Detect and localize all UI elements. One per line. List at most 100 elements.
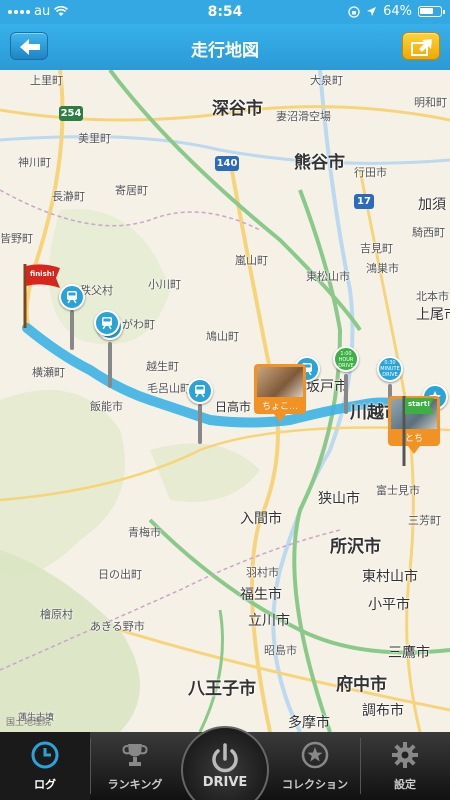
battery-percent: 64% (383, 4, 412, 19)
place-label: 三鷹市 (388, 645, 430, 661)
tab-drive[interactable]: DRIVE (180, 726, 270, 800)
route-map[interactable]: 254 140 17 上里町 美里町 神川町 長瀞町 寄居町 皆野町 秩父村 小… (0, 70, 450, 732)
place-label: 神川町 (18, 156, 51, 169)
place-label: 所沢市 (330, 537, 381, 557)
place-label: 狭山市 (318, 491, 360, 507)
place-label: 上里町 (30, 74, 63, 87)
train-icon (102, 317, 112, 330)
status-bar: au 8:54 64% (0, 0, 450, 24)
pin-stem (70, 310, 74, 350)
train-icon (195, 385, 205, 398)
place-label: 福生市 (240, 587, 282, 603)
tab-ranking-label: ランキング (107, 778, 163, 791)
place-label: 長瀞町 (52, 190, 85, 203)
train-station-pin[interactable] (187, 378, 213, 404)
tab-collection-label: コレクション (282, 778, 348, 791)
tab-drive-label: DRIVE (202, 775, 248, 790)
place-label: 青梅市 (128, 526, 161, 539)
start-flag[interactable]: start! (398, 392, 438, 472)
share-button[interactable] (402, 32, 440, 60)
place-label: 加須 (418, 197, 446, 213)
share-icon (411, 39, 432, 56)
place-label: 飯能市 (90, 400, 123, 413)
place-label: 妻沼滑空場 (276, 110, 331, 123)
place-label: あきる野市 (90, 620, 145, 633)
tab-settings-label: 設定 (394, 778, 416, 791)
place-label: 熊谷市 (294, 153, 345, 173)
photo-thumbnail (257, 367, 303, 397)
place-label: 東村山市 (362, 569, 418, 585)
place-label: 横瀬町 (32, 366, 65, 379)
tab-collection[interactable]: コレクション (270, 732, 360, 800)
place-label: 皆野町 (0, 232, 33, 245)
map-attribution: 国土地理院 (6, 718, 52, 728)
tab-log[interactable]: ログ (0, 732, 90, 800)
location-icon (367, 7, 377, 16)
train-station-pin[interactable] (59, 284, 85, 310)
tab-settings[interactable]: 設定 (360, 732, 450, 800)
power-icon (212, 743, 238, 773)
battery-icon (418, 6, 445, 17)
place-label: 羽村市 (246, 566, 279, 579)
star-badge-icon (301, 741, 329, 769)
train-station-pin[interactable] (94, 310, 120, 336)
place-label: 日の出町 (98, 568, 142, 581)
pin-stem (344, 374, 348, 414)
place-label: 多摩市 (288, 715, 330, 731)
place-label: 檜原村 (40, 608, 73, 621)
drive-button[interactable]: DRIVE (181, 726, 269, 800)
route-17-shield: 17 (354, 194, 374, 209)
pin-stem (198, 404, 202, 444)
place-label: 昭島市 (264, 644, 297, 657)
train-icon (67, 291, 77, 304)
place-label: 日高市 (215, 400, 252, 414)
place-label: 三芳町 (408, 514, 441, 527)
place-label: 深谷市 (212, 99, 263, 119)
pin-stem (108, 342, 112, 388)
half-hour-drive-label: 0:30 MINUTE DRIVE (380, 360, 400, 378)
place-label: 騎西町 (412, 226, 445, 239)
place-label: 寄居町 (115, 184, 148, 197)
place-label: 嵐山町 (235, 254, 268, 267)
tab-ranking[interactable]: ランキング (90, 732, 180, 800)
half-hour-drive-pin[interactable]: 0:30 MINUTE DRIVE (377, 356, 403, 382)
orientation-lock-icon (348, 5, 360, 18)
place-label: 小平市 (368, 597, 410, 613)
place-label: 行田市 (354, 166, 387, 179)
place-label: 上尾市 (416, 307, 450, 323)
place-label: 美里町 (78, 132, 111, 145)
place-label: 毛呂山町 (147, 382, 191, 395)
place-label: 吉見町 (360, 242, 393, 255)
tab-bar: ログ ランキング DRIVE コレクション 設定 (0, 726, 450, 800)
place-label: 鳩山町 (206, 330, 239, 343)
hour-drive-label: 1:00 HOUR DRIVE (338, 351, 354, 369)
finish-label: finish! (30, 270, 55, 278)
route-140-shield: 140 (215, 156, 239, 171)
nav-bar: 走行地図 (0, 24, 450, 70)
place-label: 大泉町 (310, 74, 343, 87)
start-label: start! (408, 400, 431, 408)
hour-drive-pin[interactable]: 1:00 HOUR DRIVE (333, 346, 359, 372)
tab-log-label: ログ (34, 778, 56, 791)
clock-icon (31, 741, 59, 769)
place-label: 八王子市 (188, 679, 256, 699)
photo-caption: ちょこ… (261, 402, 298, 412)
place-label: 富士見市 (376, 484, 420, 497)
place-label: 東松山市 (306, 270, 350, 283)
place-label: 立川市 (248, 613, 290, 629)
place-label: 鴻巣市 (366, 262, 399, 275)
gear-icon (392, 742, 418, 768)
place-label: 入間市 (240, 511, 282, 527)
photo-marker[interactable]: ちょこ… (254, 364, 306, 422)
trophy-icon (122, 744, 148, 766)
place-label: 北本市 (416, 290, 449, 303)
status-right: 64% (348, 4, 445, 19)
finish-flag[interactable]: finish! (20, 260, 64, 334)
place-label: 府中市 (336, 675, 387, 695)
place-label: 調布市 (362, 703, 404, 719)
route-254-shield: 254 (59, 106, 83, 121)
place-label: 明和町 (414, 96, 447, 109)
place-label: 越生町 (146, 360, 179, 373)
place-label: 小川町 (148, 278, 181, 291)
page-title: 走行地図 (191, 41, 259, 61)
